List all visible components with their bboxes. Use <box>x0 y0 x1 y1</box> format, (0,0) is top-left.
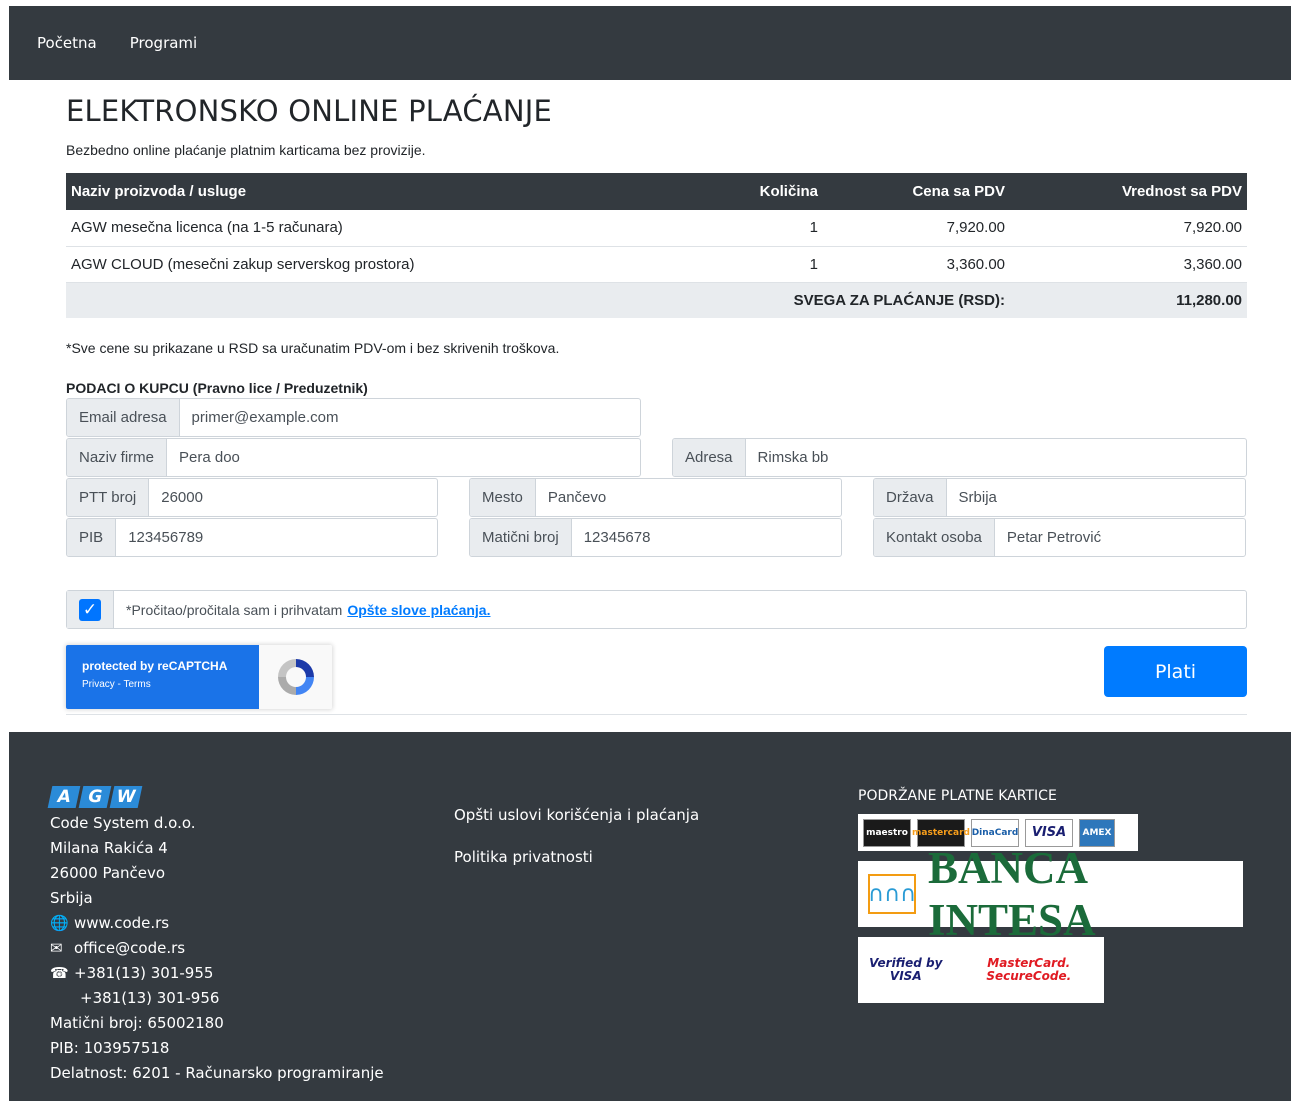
page-title: ELEKTRONSKO ONLINE PLAĆANJE <box>66 94 552 128</box>
footer-link-terms[interactable]: Opšti uslovi korišćenja i plaćanja <box>454 794 699 836</box>
footer: A G W Code System d.o.o. Milana Rakića 4… <box>9 732 1291 1101</box>
mesto-label: Mesto <box>470 479 536 516</box>
mastercard-securecode-logo: MasterCard. SecureCode. <box>986 956 1072 983</box>
terms-link[interactable]: Opšte slove plaćanja. <box>347 602 490 618</box>
company-pib: PIB: 103957518 <box>50 1039 170 1057</box>
table-header-row: Naziv proizvoda / usluge Količina Cena s… <box>66 173 1247 210</box>
ptt-group: PTT broj 26000 <box>66 478 438 517</box>
mb-label: Matični broj <box>470 519 572 556</box>
pib-group: PIB 123456789 <box>66 518 438 557</box>
cell-qty: 1 <box>753 210 823 247</box>
cell-value: 7,920.00 <box>1010 210 1247 247</box>
company-city: 26000 Pančevo <box>50 864 166 882</box>
ptt-input[interactable]: 26000 <box>149 479 437 516</box>
recaptcha-text: protected by reCAPTCHA <box>82 659 228 673</box>
table-row: AGW mesečna licenca (na 1-5 računara) 1 … <box>66 210 1247 247</box>
kontakt-group: Kontakt osoba Petar Petrović <box>873 518 1246 557</box>
adresa-group: Adresa Rimska bb <box>672 438 1247 477</box>
company-phone1: +381(13) 301-955 <box>74 964 214 982</box>
adresa-label: Adresa <box>673 439 746 476</box>
mb-group: Matični broj 12345678 <box>469 518 842 557</box>
customer-section-title: PODACI O KUPCU (Pravno lice / Preduzetni… <box>66 380 368 396</box>
terms-checkbox[interactable]: ✓ <box>79 598 101 621</box>
col-header-value: Vrednost sa PDV <box>1010 173 1247 210</box>
footer-company-info: A G W Code System d.o.o. Milana Rakića 4… <box>47 786 384 1086</box>
secure-logos: Verified by VISA MasterCard. SecureCode. <box>858 937 1104 1003</box>
email-input[interactable]: primer@example.com <box>180 399 640 436</box>
recaptcha-badge[interactable]: protected by reCAPTCHA Privacy - Terms <box>66 645 332 709</box>
pib-input[interactable]: 123456789 <box>116 519 437 556</box>
footer-links: Opšti uslovi korišćenja i plaćanja Polit… <box>454 794 699 878</box>
total-row: SVEGA ZA PLAĆANJE (RSD): 11,280.00 <box>66 282 1247 318</box>
banca-intesa-logo: ∩∩∩ BANCA INTESA <box>858 843 1243 945</box>
mail-icon: ✉ <box>50 939 63 957</box>
divider <box>66 714 1247 715</box>
col-header-name: Naziv proizvoda / usluge <box>66 173 753 210</box>
pay-button[interactable]: Plati <box>1104 646 1247 697</box>
footer-payment: PODRŽANE PLATNE KARTICE maestro masterca… <box>858 788 1243 1003</box>
col-header-qty: Količina <box>753 173 823 210</box>
company-mb: Matični broj: 65002180 <box>50 1014 224 1032</box>
table-row: AGW CLOUD (mesečni zakup serverskog pros… <box>66 246 1247 283</box>
cell-price: 3,360.00 <box>823 246 1010 283</box>
globe-icon: 🌐 <box>50 914 69 932</box>
cell-name: AGW mesečna licenca (na 1-5 računara) <box>66 210 753 247</box>
company-phone2: +381(13) 301-956 <box>80 989 220 1007</box>
agw-logo: A G W <box>47 786 384 808</box>
total-value: 11,280.00 <box>1010 282 1247 318</box>
kontakt-label: Kontakt osoba <box>874 519 995 556</box>
company-country: Srbija <box>50 889 93 907</box>
maestro-icon: maestro <box>863 818 911 847</box>
drzava-label: Država <box>874 479 947 516</box>
terms-group: ✓ *Pročitao/pročitala sam i prihvatam Op… <box>66 590 1247 629</box>
top-navbar: Početna Programi <box>9 6 1291 80</box>
firma-group: Naziv firme Pera doo <box>66 438 641 477</box>
company-activity: Delatnost: 6201 - Računarsko programiran… <box>50 1064 384 1082</box>
terms-text: *Pročitao/pročitala sam i prihvatam <box>126 601 343 618</box>
order-table: Naziv proizvoda / usluge Količina Cena s… <box>66 173 1247 318</box>
ptt-label: PTT broj <box>67 479 150 516</box>
total-label: SVEGA ZA PLAĆANJE (RSD): <box>753 282 1010 318</box>
price-note: *Sve cene su prikazane u RSD sa uračunat… <box>66 340 560 356</box>
cell-value: 3,360.00 <box>1010 246 1247 283</box>
recaptcha-links[interactable]: Privacy - Terms <box>82 679 259 690</box>
mesto-group: Mesto Pančevo <box>469 478 842 517</box>
kontakt-input[interactable]: Petar Petrović <box>995 519 1245 556</box>
phone-icon: ☎ <box>50 964 69 982</box>
main-content: ELEKTRONSKO ONLINE PLAĆANJE Bezbedno onl… <box>66 80 1247 715</box>
cards-title: PODRŽANE PLATNE KARTICE <box>858 788 1057 804</box>
cell-price: 7,920.00 <box>823 210 1010 247</box>
pib-label: PIB <box>67 519 117 556</box>
intesa-mark-icon: ∩∩∩ <box>868 874 916 914</box>
company-web[interactable]: www.code.rs <box>74 914 169 932</box>
cell-name: AGW CLOUD (mesečni zakup serverskog pros… <box>66 246 753 283</box>
adresa-input[interactable]: Rimska bb <box>746 439 1246 476</box>
footer-link-privacy[interactable]: Politika privatnosti <box>454 836 699 878</box>
firma-label: Naziv firme <box>67 439 168 476</box>
nav-pocetna[interactable]: Početna <box>37 34 97 52</box>
customer-form: Email adresa primer@example.com Naziv fi… <box>66 398 1247 583</box>
recaptcha-logo-icon <box>259 645 332 709</box>
company-email[interactable]: office@code.rs <box>74 939 185 957</box>
nav-programi[interactable]: Programi <box>130 34 197 52</box>
drzava-input[interactable]: Srbija <box>947 479 1245 516</box>
cell-qty: 1 <box>753 246 823 283</box>
col-header-price: Cena sa PDV <box>823 173 1010 210</box>
verified-by-visa-logo: Verified by VISA <box>869 956 943 983</box>
firma-input[interactable]: Pera doo <box>167 439 640 476</box>
mb-input[interactable]: 12345678 <box>572 519 841 556</box>
page-subtitle: Bezbedno online plaćanje platnim kartica… <box>66 142 426 158</box>
company-street: Milana Rakića 4 <box>50 839 168 857</box>
email-group: Email adresa primer@example.com <box>66 398 641 437</box>
drzava-group: Država Srbija <box>873 478 1246 517</box>
company-name: Code System d.o.o. <box>50 814 196 832</box>
mesto-input[interactable]: Pančevo <box>536 479 841 516</box>
email-label: Email adresa <box>67 399 180 436</box>
